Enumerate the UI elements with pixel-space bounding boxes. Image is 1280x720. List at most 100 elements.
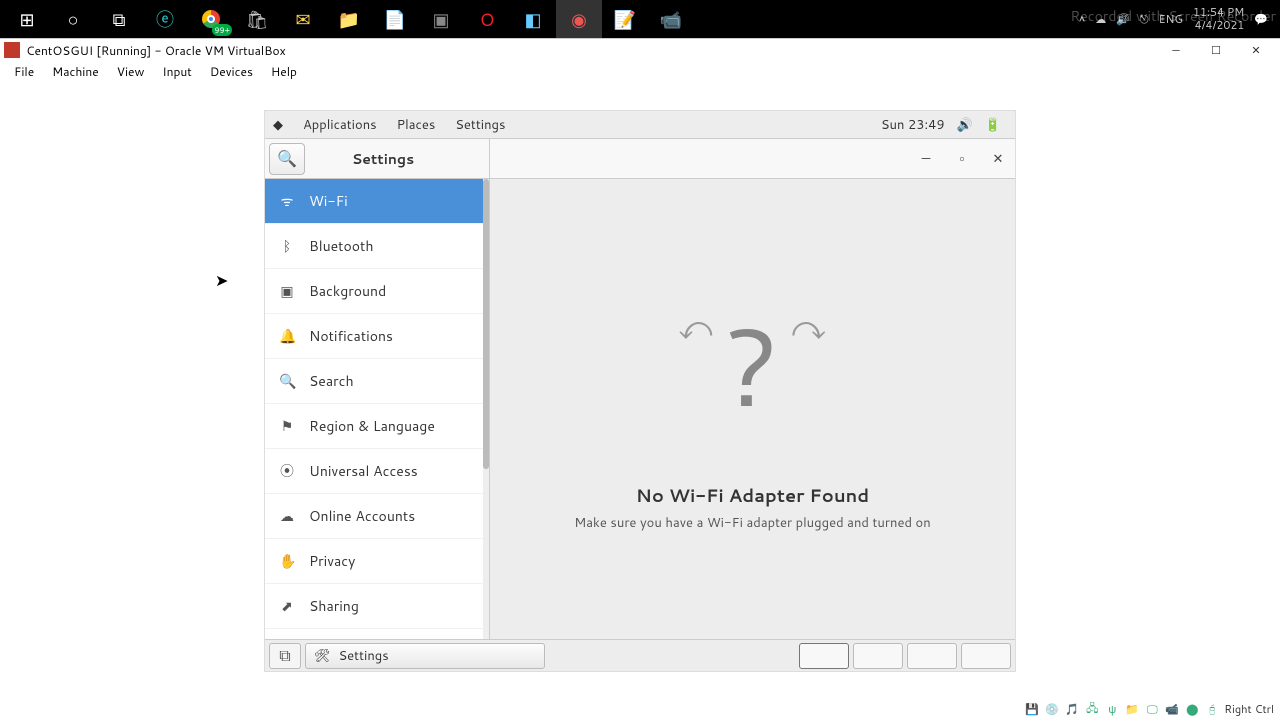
opera-icon[interactable]: O [464,0,510,38]
vbx-app-icon [4,42,20,58]
windows-taskbar: ⊞ ○ ⧉ ⓔ 🛍 ✉ 📁 📄 ▣ O ◧ ◉ 📝 📹 ˄ ☁ 🔊 ⎋ ENG … [0,0,1280,38]
content-subtitle: Make sure you have a Wi-Fi adapter plugg… [574,514,930,532]
gnome-clock[interactable]: Sun 23:49 [875,116,951,134]
vbx-mouse-icon[interactable]: 🖯 [1204,701,1220,717]
sidebar-item-search[interactable]: 🔍 Search [265,359,489,404]
snip-icon[interactable]: 📹 [648,0,694,38]
places-menu[interactable]: Places [387,116,446,134]
sidebar-item-universal-access[interactable]: ⦿ Universal Access [265,449,489,494]
explorer-icon[interactable]: 📁 [326,0,372,38]
share-icon: ⬈ [279,596,295,616]
vbx-statusbar: 💾 💿 🎵 🖧 ψ 📁 🖵 📹 ⬤ 🖯 Right Ctrl [1018,698,1280,720]
search-icon: 🔍 [277,147,297,170]
arrow-left-icon: ⤺ [678,305,712,350]
active-app-menu[interactable]: Settings [445,116,515,134]
vbx-titlebar[interactable]: CentOSGUI [Running] - Oracle VM VirtualB… [0,39,1280,61]
search-icon: 🔍 [279,371,295,391]
vbx-menu-help[interactable]: Help [263,61,305,82]
sidebar-item-notifications[interactable]: 🔔 Notifications [265,314,489,359]
workspace-2[interactable] [853,643,903,669]
sidebar-item-label: Search [309,371,354,391]
vbx-hdd-icon[interactable]: 💾 [1024,701,1040,717]
win-search-button[interactable]: ○ [50,0,96,38]
vbx-rec-icon[interactable]: 📹 [1164,701,1180,717]
app-active-icon[interactable]: ◉ [556,0,602,38]
sidebar-item-background[interactable]: ▣ Background [265,269,489,314]
settings-minimize-button[interactable]: — [915,148,937,170]
sidebar-scrollbar-thumb[interactable] [483,179,489,469]
vbx-net-icon[interactable]: 🖧 [1084,701,1100,717]
sidebar-item-bluetooth[interactable]: ᛒ Bluetooth [265,224,489,269]
vbx-disc-icon[interactable]: 💿 [1044,701,1060,717]
sidebar-item-label: Background [309,281,386,301]
vbx-menu-file[interactable]: File [6,61,42,82]
taskbar-task-label: Settings [339,647,389,665]
taskview-button[interactable]: ⧉ [96,0,142,38]
taskbar-clock[interactable]: 11:54 PM 4/4/2021 [1193,6,1244,32]
notepad-icon[interactable]: 📝 [602,0,648,38]
settings-window: 🔍 Settings — ▫ ✕ ᯤ Wi-Fi [265,139,1015,639]
background-icon: ▣ [279,281,295,301]
settings-titlebar: 🔍 Settings — ▫ ✕ [265,139,1015,179]
arrow-right-icon: ⤺ [792,305,826,350]
hand-icon: ✋ [279,551,295,571]
applications-menu[interactable]: Applications [293,116,387,134]
settings-content-pane: ⤺ ? ⤺ No Wi-Fi Adapter Found Make sure y… [490,179,1015,639]
clock-date: 4/4/2021 [1193,19,1244,32]
notifications-tray-icon[interactable]: 💬 [1254,11,1268,27]
settings-task-icon: 🛠 [314,647,331,665]
sidebar-item-label: Bluetooth [309,236,373,256]
vbx-menu-input[interactable]: Input [154,61,200,82]
vbx-minimize-button[interactable]: — [1156,39,1196,61]
wifi-icon: ᯤ [279,191,295,211]
gnome-volume-icon[interactable]: 🔊 [951,116,979,134]
settings-search-button[interactable]: 🔍 [269,143,305,175]
sidebar-item-sharing[interactable]: ⬈ Sharing [265,584,489,629]
vbx-cpu-icon[interactable]: ⬤ [1184,701,1200,717]
gnome-battery-icon[interactable]: 🔋 [979,116,1007,134]
vbx-menu-view[interactable]: View [109,61,153,82]
vbx-close-button[interactable]: ✕ [1236,39,1276,61]
vbx-menu-machine[interactable]: Machine [44,61,107,82]
sidebar-item-online-accounts[interactable]: ☁ Online Accounts [265,494,489,539]
workspace-1[interactable] [799,643,849,669]
vbx-display-icon[interactable]: 🖵 [1144,701,1160,717]
vbx-usb-icon[interactable]: ψ [1104,701,1120,717]
taskbar-task-settings[interactable]: 🛠 Settings [305,643,545,669]
sidebar-item-label: Region & Language [309,416,435,436]
sidebar-item-privacy[interactable]: ✋ Privacy [265,539,489,584]
virtualbox-icon[interactable]: ◧ [510,0,556,38]
tray-chevron-icon[interactable]: ˄ [1079,11,1085,27]
workspace-switcher[interactable]: ⧉ [269,643,301,669]
virtualbox-window: CentOSGUI [Running] - Oracle VM VirtualB… [0,38,1280,720]
edge-icon[interactable]: ⓔ [142,0,188,38]
vbx-shared-icon[interactable]: 📁 [1124,701,1140,717]
store-icon[interactable]: 🛍 [234,0,280,38]
vbx-audio-icon[interactable]: 🎵 [1064,701,1080,717]
workspace-4[interactable] [961,643,1011,669]
system-tray[interactable]: ˄ ☁ 🔊 ⎋ ENG 11:54 PM 4/4/2021 💬 [1079,6,1276,32]
settings-sidebar[interactable]: ᯤ Wi-Fi ᛒ Bluetooth ▣ Background 🔔 [265,179,490,639]
settings-maximize-button[interactable]: ▫ [951,148,973,170]
workspace-3[interactable] [907,643,957,669]
chrome-icon[interactable] [188,0,234,38]
sidebar-item-region[interactable]: ⚑ Region & Language [265,404,489,449]
bluetooth-icon: ᛒ [279,236,295,256]
terminal-icon[interactable]: ▣ [418,0,464,38]
sidebar-item-wifi[interactable]: ᯤ Wi-Fi [265,179,489,224]
sidebar-item-label: Privacy [309,551,355,571]
vbx-menu-devices[interactable]: Devices [202,61,261,82]
settings-title: Settings [309,149,489,169]
settings-close-button[interactable]: ✕ [987,148,1009,170]
sidebar-item-label: Sharing [309,596,359,616]
globe-icon: ⚑ [279,416,295,436]
lang-indicator[interactable]: ENG [1159,11,1183,27]
wifi-tray-icon[interactable]: ⎋ [1140,11,1149,27]
mail-icon[interactable]: ✉ [280,0,326,38]
onedrive-icon[interactable]: ☁ [1095,11,1106,27]
start-button[interactable]: ⊞ [4,0,50,38]
word-icon[interactable]: 📄 [372,0,418,38]
sidebar-item-label: Notifications [309,326,393,346]
volume-icon[interactable]: 🔊 [1116,11,1130,27]
vbx-maximize-button[interactable]: ☐ [1196,39,1236,61]
